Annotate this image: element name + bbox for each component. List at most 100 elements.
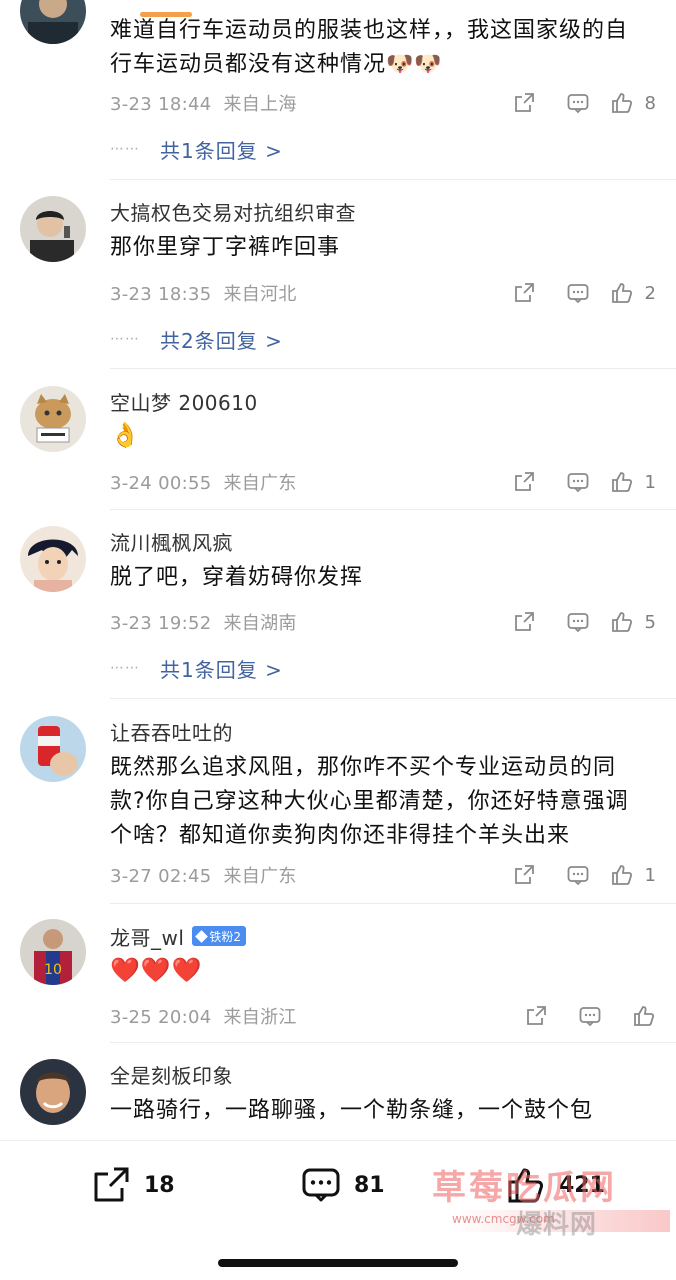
comment-item: 全是刻板印象 一路骑行，一路聊骚，一个勒条缝，一个鼓个包 xyxy=(0,1043,676,1140)
comment-time: 3-25 20:04 来自浙江 xyxy=(110,1007,297,1028)
avatar[interactable] xyxy=(20,386,86,452)
share-button[interactable] xyxy=(482,278,536,308)
comment-text: 脱了吧，穿着妨碍你发挥 xyxy=(110,565,364,590)
share-icon xyxy=(515,865,534,884)
diamond-icon xyxy=(195,929,209,943)
comment-text: 既然那么追求风阻，那你咋不买个专业运动员的同款?你自己穿这种大伙心里都清楚，你还… xyxy=(110,755,629,848)
comment-icon xyxy=(567,613,589,633)
share-button[interactable] xyxy=(494,1001,548,1031)
like-button[interactable]: 1 xyxy=(590,860,656,890)
like-button[interactable] xyxy=(602,1001,656,1031)
comment-actions: 1 xyxy=(482,467,656,497)
comment-icon xyxy=(579,1007,601,1027)
post-comment-button[interactable]: 81 xyxy=(300,1163,385,1207)
avatar[interactable] xyxy=(20,526,86,592)
share-button[interactable] xyxy=(482,88,536,118)
like-count: 2 xyxy=(644,282,656,304)
comment-meta: 3-23 19:52 来自湖南 5 xyxy=(110,607,656,637)
fan-badge-label: 铁粉2 xyxy=(209,929,242,944)
comment-icon xyxy=(567,284,589,304)
author-name[interactable]: 让吞吞吐吐的 xyxy=(110,717,233,746)
like-button[interactable]: 5 xyxy=(590,607,656,637)
author-name[interactable]: 流川楓枫风疯 xyxy=(110,527,233,556)
comment-feed[interactable]: 难道自行车运动员的服装也这样，，我这国家级的自行车运动员都没有这种情况🐶🐶 3-… xyxy=(0,0,676,1140)
comment-text: 一路骑行，一路聊骚，一个勒条缝，一个鼓个包 xyxy=(110,1098,594,1123)
share-button[interactable] xyxy=(482,607,536,637)
author-name[interactable]: 全是刻板印象 xyxy=(110,1060,233,1089)
comment-author[interactable]: 全是刻板印象 xyxy=(110,1059,233,1089)
comment-author[interactable]: 流川楓枫风疯 xyxy=(110,526,233,556)
avatar[interactable] xyxy=(20,1059,86,1125)
divider xyxy=(110,368,676,369)
avatar[interactable] xyxy=(20,0,86,44)
divider xyxy=(110,698,676,699)
thumbs-up-icon xyxy=(612,472,633,492)
comment-actions: 5 xyxy=(482,607,656,637)
comment-author[interactable]: 空山梦 200610 xyxy=(110,386,258,416)
thumbs-up-icon xyxy=(612,612,633,632)
comment-actions: 2 xyxy=(482,278,656,308)
author-name[interactable]: 大搞权色交易对抗组织审查 xyxy=(110,197,356,226)
watermark-logo: 草莓吃瓜网 xyxy=(432,1168,617,1208)
share-icon xyxy=(515,612,534,631)
thumbs-up-icon xyxy=(612,93,633,113)
home-indicator[interactable] xyxy=(218,1259,458,1267)
reply-button[interactable] xyxy=(536,88,590,118)
share-button[interactable] xyxy=(482,467,536,497)
thumbs-up-icon xyxy=(612,865,633,885)
reply-button[interactable] xyxy=(548,1001,602,1031)
comment-item: 空山梦 200610 👌 3-24 00:55 来自广东 1 xyxy=(0,370,676,510)
watermark-tag: 爆料网 xyxy=(516,1210,598,1240)
reply-button[interactable] xyxy=(536,467,590,497)
comment-count: 81 xyxy=(354,1172,385,1198)
comment-actions: 1 xyxy=(482,860,656,890)
thumbs-up-icon xyxy=(612,283,633,303)
reply-dots: ⋯⋯ xyxy=(110,141,140,157)
comment-item: 10 龙哥_wl 铁粉2 ❤️❤️❤️ 3-25 20:04 来自浙江 xyxy=(0,905,676,1043)
reply-count-text: 共2条回复 > xyxy=(160,328,283,353)
like-count: 1 xyxy=(644,471,656,493)
like-button[interactable]: 8 xyxy=(590,88,656,118)
comment-author[interactable]: 让吞吞吐吐的 xyxy=(110,716,233,746)
share-icon xyxy=(94,1167,129,1202)
like-button[interactable]: 2 xyxy=(590,278,656,308)
fan-badge[interactable]: 铁粉2 xyxy=(192,926,247,946)
reply-count-text: 共1条回复 > xyxy=(160,657,283,682)
like-count: 8 xyxy=(644,92,656,114)
comment-meta: 3-27 02:45 来自广东 1 xyxy=(110,860,656,890)
comment-icon xyxy=(567,866,589,886)
share-count: 18 xyxy=(144,1172,175,1198)
comment-meta: 3-25 20:04 来自浙江 xyxy=(110,1001,656,1031)
view-replies-link[interactable]: ⋯⋯ 共1条回复 > xyxy=(110,653,283,683)
svg-text:10: 10 xyxy=(44,962,62,978)
reply-dots: ⋯⋯ xyxy=(110,660,140,676)
view-replies-link[interactable]: ⋯⋯ 共2条回复 > xyxy=(110,324,283,354)
comment-icon xyxy=(302,1168,340,1202)
share-button[interactable] xyxy=(482,860,536,890)
comment-item: 难道自行车运动员的服装也这样，，我这国家级的自行车运动员都没有这种情况🐶🐶 3-… xyxy=(0,0,676,182)
like-button[interactable]: 1 xyxy=(590,467,656,497)
share-icon xyxy=(515,472,534,491)
avatar[interactable]: 10 xyxy=(20,919,86,985)
reply-button[interactable] xyxy=(536,860,590,890)
post-share-button[interactable]: 18 xyxy=(90,1163,175,1207)
author-name[interactable]: 龙哥_wl xyxy=(110,922,184,951)
share-icon xyxy=(515,93,534,112)
comment-item: 让吞吞吐吐的 既然那么追求风阻，那你咋不买个专业运动员的同款?你自己穿这种大伙心… xyxy=(0,700,676,905)
reply-button[interactable] xyxy=(536,607,590,637)
comment-icon xyxy=(567,94,589,114)
reply-button[interactable] xyxy=(536,278,590,308)
view-replies-link[interactable]: ⋯⋯ 共1条回复 > xyxy=(110,134,283,164)
avatar[interactable] xyxy=(20,196,86,262)
avatar[interactable] xyxy=(20,716,86,782)
comment-text: 那你里穿丁字裤咋回事 xyxy=(110,235,341,260)
share-icon xyxy=(527,1006,546,1025)
comment-author[interactable]: 大搞权色交易对抗组织审查 xyxy=(110,196,356,226)
comment-text: 👌 xyxy=(110,421,141,449)
comment-author[interactable]: 龙哥_wl 铁粉2 xyxy=(110,921,247,951)
thumbs-up-icon xyxy=(634,1006,655,1026)
comment-time: 3-23 19:52 来自湖南 xyxy=(110,613,297,634)
author-name[interactable]: 空山梦 200610 xyxy=(110,387,258,416)
comment-meta: 3-23 18:35 来自河北 2 xyxy=(110,278,656,308)
comment-text: ❤️❤️❤️ xyxy=(110,956,203,984)
